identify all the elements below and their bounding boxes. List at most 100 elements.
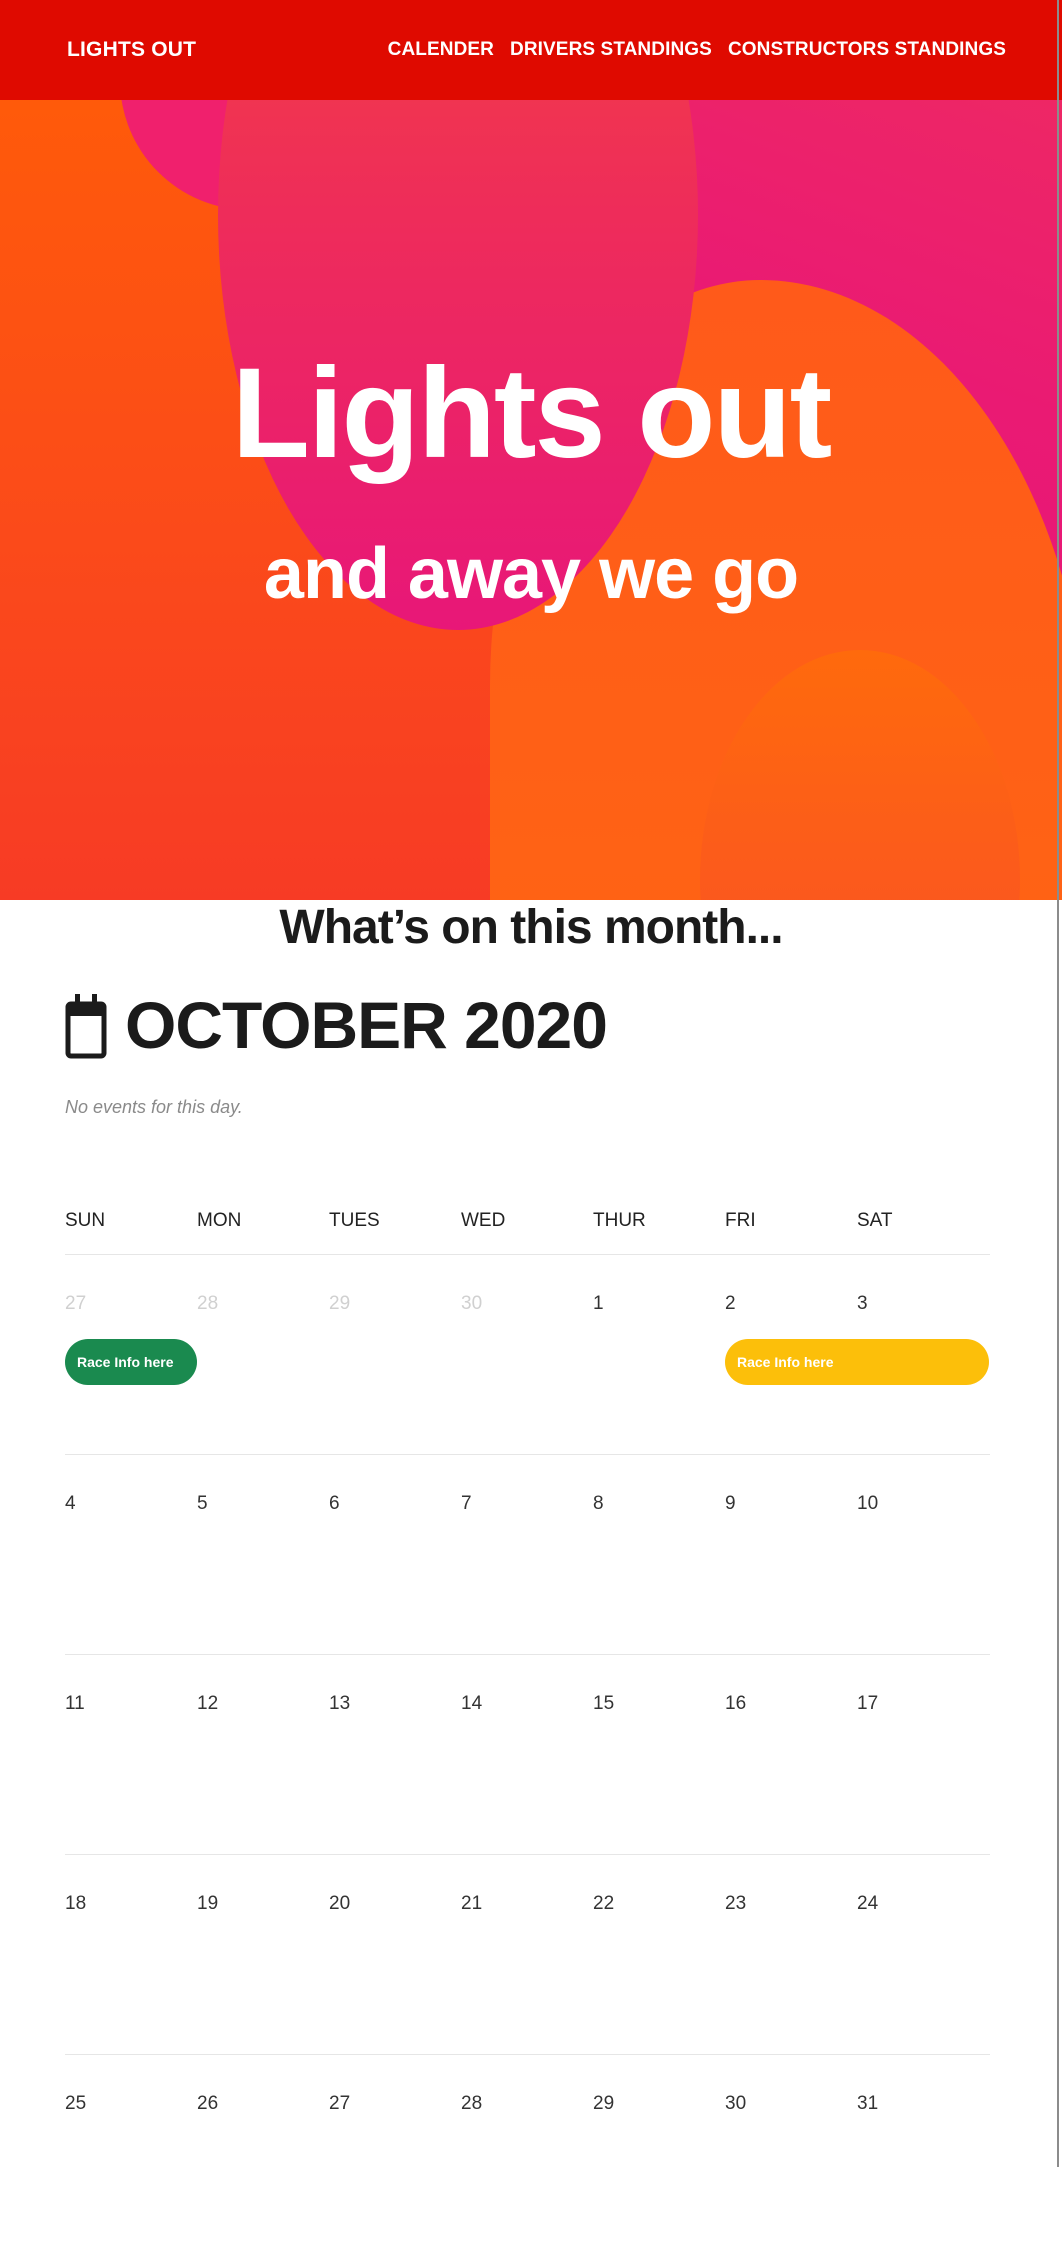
day-number: 17 [857,1693,879,1714]
weekday-label: WED [461,1210,506,1231]
calendar-day[interactable]: 21 [461,1855,593,2054]
day-number: 7 [461,1493,472,1514]
calendar-day[interactable]: 13 [329,1655,461,1854]
calendar-day[interactable]: 12 [197,1655,329,1854]
calendar-day[interactable]: 30 [461,1255,593,1454]
no-events-message: No events for this day. [65,1097,243,1117]
weekday-header: SUN MON TUES WED THUR FRI SAT [65,1200,990,1255]
weekday-label: FRI [725,1210,756,1231]
calendar-day[interactable]: 27 Race Info here [65,1255,197,1454]
calendar-day[interactable]: 7 [461,1455,593,1654]
day-number: 21 [461,1893,483,1914]
day-number: 11 [65,1693,85,1714]
calendar-day[interactable]: 5 [197,1455,329,1654]
day-number: 3 [857,1293,868,1314]
day-number: 4 [65,1493,76,1514]
calendar-day[interactable]: 16 [725,1655,857,1854]
calendar-day[interactable]: 17 [857,1655,989,1854]
month-title: OCTOBER 2020 [125,988,608,1062]
nav-link-calender[interactable]: CALENDER [388,39,494,61]
day-number: 29 [593,2093,615,2114]
day-number: 23 [725,1893,747,1914]
hero-subtitle: and away we go [263,534,799,614]
nav-link-constructors-standings[interactable]: CONSTRUCTORS STANDINGS [728,39,1006,61]
calendar-day[interactable]: 29 [329,1255,461,1454]
nav-links: CALENDER DRIVERS STANDINGS CONSTRUCTORS … [388,39,1006,61]
navbar: LIGHTS OUT CALENDER DRIVERS STANDINGS CO… [0,0,1062,100]
day-number: 26 [197,2093,219,2114]
day-number: 22 [593,1893,615,1914]
weekday-label: SUN [65,1210,106,1231]
day-number: 10 [857,1493,879,1514]
day-number: 6 [329,1493,340,1514]
calendar-week: 25 26 27 28 29 30 31 [65,2055,990,2255]
page-edge-divider [1057,0,1059,2167]
day-number: 24 [857,1893,879,1914]
day-number: 14 [461,1693,483,1714]
calendar-day[interactable]: 22 [593,1855,725,2054]
calendar-day[interactable]: 8 [593,1455,725,1654]
calendar-day[interactable]: 10 [857,1455,989,1654]
weekday-label: SAT [857,1210,893,1231]
hero-banner: Lights out and away we go [0,100,1062,900]
day-number: 19 [197,1893,219,1914]
day-number: 27 [329,2093,351,2114]
calendar-day[interactable]: 31 [857,2055,989,2255]
section-title: What’s on this month... [279,901,783,954]
day-number: 1 [593,1293,604,1314]
weekday-label: TUES [329,1210,380,1231]
day-number: 9 [725,1493,736,1514]
calendar-day[interactable]: 20 [329,1855,461,2054]
calendar-day[interactable]: 1 [593,1255,725,1454]
day-number: 2 [725,1293,736,1314]
calendar-day[interactable]: 25 [65,2055,197,2255]
calendar-week: 11 12 13 14 15 16 17 [65,1655,990,1855]
calendar-day[interactable]: 30 [725,2055,857,2255]
hero-title: Lights out [231,342,833,485]
day-number: 28 [197,1293,219,1314]
day-number: 18 [65,1893,87,1914]
day-number: 20 [329,1893,351,1914]
calendar-day[interactable]: 19 [197,1855,329,2054]
day-number: 30 [461,1293,483,1314]
day-number: 30 [725,2093,747,2114]
calendar-day[interactable]: 29 [593,2055,725,2255]
day-number: 25 [65,2093,87,2114]
calendar-day[interactable]: 23 [725,1855,857,2054]
calendar-day[interactable]: 14 [461,1655,593,1854]
calendar-week: 18 19 20 21 22 23 24 [65,1855,990,2055]
month-heading: OCTOBER 2020 [65,988,608,1062]
calendar-day[interactable]: 3 [857,1255,989,1454]
day-number: 27 [65,1293,87,1314]
calendar-icon [65,994,107,1059]
calendar-grid: SUN MON TUES WED THUR FRI SAT 27 Race In… [65,1200,990,2255]
day-number: 29 [329,1293,351,1314]
calendar-day[interactable]: 15 [593,1655,725,1854]
day-number: 12 [197,1693,219,1714]
race-info-event[interactable]: Race Info here [65,1339,197,1385]
calendar-day[interactable]: 26 [197,2055,329,2255]
day-number: 31 [857,2093,879,2114]
calendar-day[interactable]: 24 [857,1855,989,2054]
brand-link[interactable]: LIGHTS OUT [67,38,196,62]
nav-link-drivers-standings[interactable]: DRIVERS STANDINGS [510,39,712,61]
weekday-label: THUR [593,1210,646,1231]
calendar-week: 27 Race Info here 28 29 30 1 2 Race Info… [65,1255,990,1455]
day-number: 28 [461,2093,483,2114]
calendar-day[interactable]: 28 [461,2055,593,2255]
calendar-day[interactable]: 2 Race Info here [725,1255,989,1454]
calendar-day[interactable]: 18 [65,1855,197,2054]
calendar-day[interactable]: 6 [329,1455,461,1654]
day-number: 16 [725,1693,747,1714]
calendar-day[interactable]: 4 [65,1455,197,1654]
calendar-day[interactable]: 28 [197,1255,329,1454]
weekday-label: MON [197,1210,242,1231]
calendar-day[interactable]: 27 [329,2055,461,2255]
day-number: 13 [329,1693,351,1714]
calendar-day[interactable]: 11 [65,1655,197,1854]
day-number: 8 [593,1493,604,1514]
day-number: 5 [197,1493,208,1514]
calendar-week: 4 5 6 7 8 9 10 [65,1455,990,1655]
day-number: 15 [593,1693,615,1714]
calendar-day[interactable]: 9 [725,1455,857,1654]
